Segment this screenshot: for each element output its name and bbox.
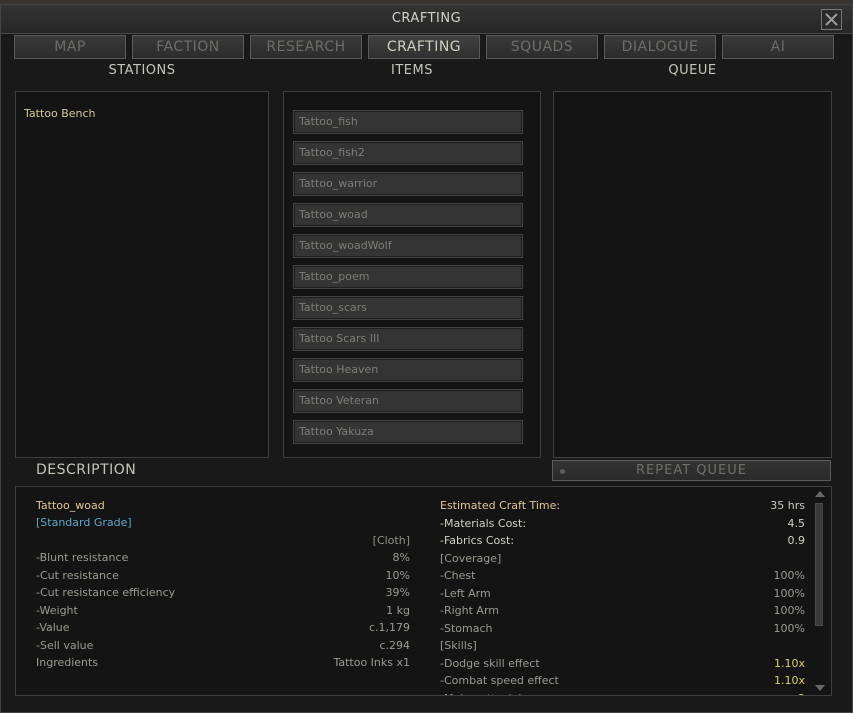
detail-row: -Chest 100% [440, 567, 805, 584]
detail-label: -Left Arm [440, 586, 491, 600]
stat-row: -Sell value c.294 [36, 637, 410, 654]
stat-row: Ingredients Tattoo Inks x1 [36, 654, 410, 671]
description-header: DESCRIPTION [36, 462, 137, 478]
item-button[interactable]: Tattoo_poem [293, 265, 523, 289]
detail-value: 3 [798, 690, 805, 696]
detail-row: -Fabrics Cost: 0.9 [440, 532, 805, 549]
detail-label: [Skills] [440, 639, 477, 652]
detail-value: 1.10x [773, 674, 805, 687]
item-button[interactable]: Tattoo_warrior [293, 172, 523, 196]
stat-row: -Weight 1 kg [36, 602, 410, 619]
detail-value: 4.5 [787, 516, 806, 530]
detail-value: 100% [773, 569, 805, 582]
detail-row: -Right Arm 100% [440, 602, 805, 619]
item-grade: [Standard Grade] [36, 516, 132, 529]
stat-label: Ingredients [36, 656, 99, 669]
detail-value: 100% [773, 604, 805, 617]
stat-value: 8% [392, 551, 410, 564]
stat-value: 1 kg [386, 603, 410, 617]
detail-row: -Melee attack bonus 3 [440, 690, 805, 696]
tab-crafting[interactable]: CRAFTING [368, 35, 480, 59]
item-name: Tattoo_woad [36, 499, 105, 512]
detail-label: -Fabrics Cost: [440, 534, 515, 547]
detail-label: -Right Arm [440, 604, 500, 617]
item-button[interactable]: Tattoo_fish [293, 110, 523, 134]
stat-label: -Sell value [36, 638, 94, 652]
item-name-row: Tattoo_woad [36, 497, 416, 514]
stat-label: -Blunt resistance [36, 551, 129, 564]
detail-label: Estimated Craft Time: [440, 499, 561, 512]
detail-value: 100% [773, 621, 805, 635]
station-tattoo-bench[interactable]: Tattoo Bench [24, 107, 96, 120]
tab-squads[interactable]: SQUADS [486, 35, 598, 59]
scroll-up-arrow-icon[interactable] [815, 491, 825, 497]
stat-value: 39% [385, 586, 410, 599]
item-button[interactable]: Tattoo Heaven [293, 358, 523, 382]
item-category-row: [Cloth] [36, 532, 410, 549]
stat-value: 10% [385, 568, 410, 582]
stat-label: -Weight [36, 603, 78, 617]
detail-row: [Coverage] [440, 550, 805, 567]
detail-value: 1.10x [773, 656, 805, 670]
scroll-down-arrow-icon[interactable] [815, 685, 825, 691]
tab-research[interactable]: RESEARCH [250, 35, 362, 59]
tab-map[interactable]: MAP [14, 35, 126, 59]
toggle-dot-icon [560, 469, 565, 474]
items-header: ITEMS [391, 63, 433, 78]
detail-label: -Dodge skill effect [440, 656, 540, 670]
detail-value: 35 hrs [770, 499, 805, 512]
title-bar[interactable]: CRAFTING [1, 5, 852, 34]
stat-value: Tattoo Inks x1 [333, 656, 410, 669]
detail-row: -Materials Cost: 4.5 [440, 515, 805, 532]
stations-header: STATIONS [108, 63, 176, 78]
detail-row: -Stomach 100% [440, 620, 805, 637]
detail-label: -Materials Cost: [440, 516, 527, 530]
detail-label: -Combat speed effect [440, 674, 559, 687]
item-button[interactable]: Tattoo Yakuza [293, 420, 523, 444]
stat-row: -Cut resistance efficiency 39% [36, 584, 410, 601]
stations-panel: Tattoo Bench [15, 91, 269, 458]
detail-value: 0.9 [787, 534, 806, 547]
queue-header: QUEUE [668, 63, 717, 78]
stat-value: c.1,179 [368, 621, 410, 634]
close-button[interactable] [821, 9, 842, 30]
scrollbar-thumb[interactable] [815, 503, 823, 626]
stat-label: -Value [36, 621, 70, 634]
item-button[interactable]: Tattoo_scars [293, 296, 523, 320]
item-grade-row: [Standard Grade] [36, 514, 416, 531]
description-scrollbar[interactable] [813, 489, 825, 694]
stat-label: -Cut resistance efficiency [36, 586, 176, 599]
detail-row: -Dodge skill effect 1.10x [440, 655, 805, 672]
detail-row: -Left Arm 100% [440, 585, 805, 602]
detail-value: 100% [773, 586, 805, 600]
queue-panel[interactable] [553, 91, 832, 458]
detail-label: -Chest [440, 569, 476, 582]
stat-row: -Value c.1,179 [36, 619, 410, 636]
repeat-queue-button[interactable]: REPEAT QUEUE [552, 460, 831, 481]
item-category: [Cloth] [372, 534, 410, 547]
item-button[interactable]: Tattoo_fish2 [293, 141, 523, 165]
detail-label: [Coverage] [440, 551, 502, 565]
window-title: CRAFTING [391, 11, 462, 26]
detail-row: [Skills] [440, 637, 805, 654]
item-button[interactable]: Tattoo Veteran [293, 389, 523, 413]
stat-label: -Cut resistance [36, 568, 119, 582]
description-panel: Tattoo_woad [Standard Grade] [Cloth] -Bl… [15, 486, 832, 696]
items-panel: Tattoo_fish Tattoo_fish2 Tattoo_warrior Tat… [283, 91, 541, 458]
tab-dialogue[interactable]: DIALOGUE [604, 35, 716, 59]
detail-label: -Stomach [440, 621, 493, 635]
stat-row: -Cut resistance 10% [36, 567, 410, 584]
tab-faction[interactable]: FACTION [132, 35, 244, 59]
stat-value: c.294 [379, 638, 410, 652]
detail-row: -Combat speed effect 1.10x [440, 672, 805, 689]
close-icon [825, 13, 838, 26]
item-button[interactable]: Tattoo Scars III [293, 327, 523, 351]
item-button[interactable]: Tattoo_woadWolf [293, 234, 523, 258]
item-button[interactable]: Tattoo_woad [293, 203, 523, 227]
detail-label: -Melee attack bonus [440, 690, 552, 696]
stat-row: -Blunt resistance 8% [36, 549, 410, 566]
repeat-queue-label: REPEAT QUEUE [636, 463, 747, 478]
tab-ai[interactable]: AI [722, 35, 834, 59]
detail-row: Estimated Craft Time: 35 hrs [440, 497, 805, 514]
